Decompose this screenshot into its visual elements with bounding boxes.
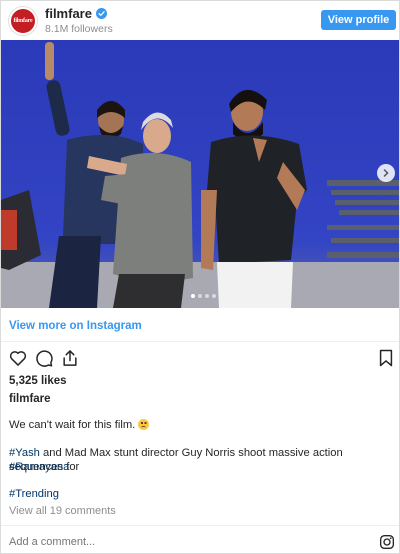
post-header: filmfare filmfare 8.1M followers View pr… — [1, 1, 399, 40]
caption-line: We can't wait for this film. — [9, 418, 150, 432]
slide-dot — [212, 294, 216, 298]
instagram-embed-card: filmfare filmfare 8.1M followers View pr… — [0, 0, 400, 554]
avatar[interactable]: filmfare — [9, 7, 37, 35]
caption-text: We can't wait for this film. — [9, 419, 136, 431]
post-photo[interactable] — [1, 40, 399, 308]
instagram-logo-icon[interactable] — [379, 534, 395, 550]
slide-indicator — [191, 294, 216, 298]
verified-badge-icon — [95, 8, 107, 19]
hashtag-link[interactable]: #Trending — [9, 488, 59, 500]
comment-input[interactable] — [9, 536, 151, 548]
caption-line: #Ramayana — [9, 460, 69, 474]
follower-count: 8.1M followers — [45, 23, 113, 35]
username-row: filmfare — [45, 6, 107, 21]
slide-dot — [205, 294, 209, 298]
comment-icon[interactable] — [34, 348, 54, 368]
view-more-link[interactable]: View more on Instagram — [9, 320, 142, 332]
caption-username[interactable]: filmfare — [9, 393, 51, 405]
heart-icon[interactable] — [8, 348, 28, 368]
next-slide-button[interactable] — [377, 164, 395, 182]
username[interactable]: filmfare — [45, 6, 92, 21]
caption-line: #Trending — [9, 487, 59, 501]
post-photo-image — [1, 40, 399, 308]
avatar-logo-text: filmfare — [13, 18, 33, 24]
hashtag-link[interactable]: #Yash — [9, 447, 40, 459]
slide-dot — [198, 294, 202, 298]
like-count[interactable]: 5,325 likes — [9, 375, 67, 387]
view-all-comments-link[interactable]: View all 19 comments — [9, 505, 116, 517]
divider — [1, 341, 399, 342]
divider — [1, 525, 399, 526]
share-icon[interactable] — [60, 348, 80, 368]
chevron-right-icon — [383, 169, 389, 177]
slide-dot — [191, 294, 195, 298]
hashtag-link[interactable]: #Ramayana — [9, 461, 69, 473]
bookmark-icon[interactable] — [376, 348, 396, 368]
emoji-icon — [138, 419, 150, 430]
view-profile-button[interactable]: View profile — [321, 10, 396, 30]
